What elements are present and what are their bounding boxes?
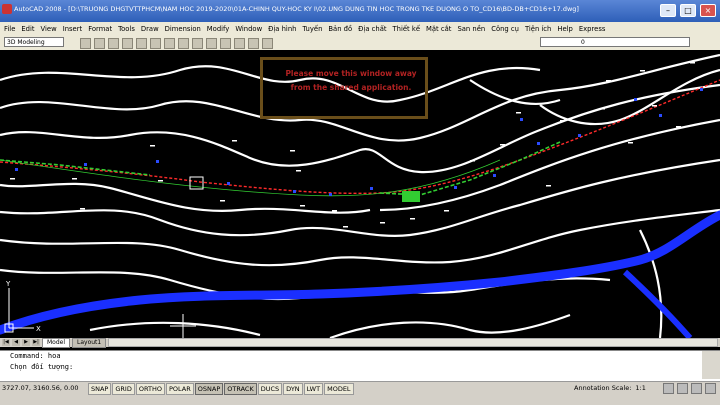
menu-tools[interactable]: Tools xyxy=(118,25,135,33)
new-icon[interactable] xyxy=(80,38,91,49)
crosshair-cursor xyxy=(170,314,196,338)
lock-icon[interactable] xyxy=(691,383,702,394)
annotation-scale-label: Annotation Scale: xyxy=(574,384,632,392)
menu-format[interactable]: Format xyxy=(88,25,112,33)
command-line[interactable]: Command: hoa Chọn đối tượng: xyxy=(0,350,720,381)
copy-icon[interactable] xyxy=(150,38,161,49)
ducs-toggle[interactable]: DUCS xyxy=(257,383,283,395)
otrack-toggle[interactable]: OTRACK xyxy=(224,383,257,395)
menu-window[interactable]: Window xyxy=(235,25,262,33)
redo-icon[interactable] xyxy=(192,38,203,49)
pan-icon[interactable] xyxy=(206,38,217,49)
autocad-app-icon[interactable] xyxy=(2,4,12,14)
menu-dimension[interactable]: Dimension xyxy=(165,25,201,33)
save-icon[interactable] xyxy=(108,38,119,49)
menu-express[interactable]: Express xyxy=(579,25,606,33)
zoom-window-icon[interactable] xyxy=(234,38,245,49)
ortho-toggle[interactable]: ORTHO xyxy=(135,383,165,395)
shared-app-warning: Please move this window away from the sh… xyxy=(260,57,428,119)
coordinate-readout: 3727.07, 3160.56, 0.00 xyxy=(2,384,79,392)
design-alignment[interactable] xyxy=(0,141,561,196)
maximize-button[interactable]: □ xyxy=(680,4,696,17)
menu-draw[interactable]: Draw xyxy=(141,25,159,33)
warning-line-1: Please move this window away xyxy=(285,69,417,78)
drawing-canvas[interactable]: Y X Please move this window away from th… xyxy=(0,50,720,338)
grid-toggle[interactable]: GRID xyxy=(112,383,135,395)
status-bar: 3727.07, 3160.56, 0.00 SNAP GRID ORTHO P… xyxy=(0,381,720,405)
tab-layout1[interactable]: Layout1 xyxy=(72,337,107,348)
last-tab-icon[interactable]: ▶| xyxy=(32,339,40,346)
tab-model[interactable]: Model xyxy=(42,337,71,348)
svg-text:X: X xyxy=(36,325,41,333)
window-title: AutoCAD 2008 - [D:\TRUONG DHGTVTTPHCM\NA… xyxy=(14,5,579,13)
standard-toolbar: 3D Modeling 0 xyxy=(0,35,720,51)
model-toggle[interactable]: MODEL xyxy=(324,383,354,395)
open-icon[interactable] xyxy=(94,38,105,49)
menu-view[interactable]: View xyxy=(41,25,57,33)
menu-tuyen[interactable]: Tuyến xyxy=(302,25,322,33)
lwt-toggle[interactable]: LWT xyxy=(303,383,324,395)
svg-text:Y: Y xyxy=(5,280,11,288)
menu-modify[interactable]: Modify xyxy=(207,25,230,33)
auto-scale-icon[interactable] xyxy=(677,383,688,394)
annotation-scale[interactable]: Annotation Scale: 1:1 xyxy=(574,384,646,392)
prev-tab-icon[interactable]: ◀ xyxy=(12,339,20,346)
polar-toggle[interactable]: POLAR xyxy=(165,383,194,395)
workspace-dropdown[interactable]: 3D Modeling xyxy=(4,37,64,47)
menu-cong-cu[interactable]: Công cụ xyxy=(491,25,519,33)
menu-edit[interactable]: Edit xyxy=(21,25,34,33)
paste-icon[interactable] xyxy=(164,38,175,49)
menu-dia-chat[interactable]: Địa chất xyxy=(358,25,386,33)
undo-icon[interactable] xyxy=(178,38,189,49)
annotation-scale-value[interactable]: 1:1 xyxy=(635,384,645,392)
osnap-toggle[interactable]: OSNAP xyxy=(194,383,224,395)
menu-san-nen[interactable]: San nền xyxy=(457,25,485,33)
command-history-line: Command: hoa xyxy=(10,352,61,360)
status-tray xyxy=(663,383,716,394)
first-tab-icon[interactable]: |◀ xyxy=(2,339,10,346)
layout-tabs: |◀ ◀ ▶ ▶| Model Layout1 xyxy=(0,337,720,348)
menu-thiet-ke[interactable]: Thiết kế xyxy=(393,25,420,33)
close-button[interactable]: × xyxy=(700,4,716,17)
zoom-icon[interactable] xyxy=(220,38,231,49)
warning-line-2: from the shared application. xyxy=(290,83,412,92)
menu-ban-do[interactable]: Bản đồ xyxy=(328,25,352,33)
layer-icon[interactable] xyxy=(262,38,273,49)
selected-station-marker[interactable] xyxy=(402,191,420,202)
snap-toggle[interactable]: SNAP xyxy=(88,383,112,395)
cut-icon[interactable] xyxy=(136,38,147,49)
alignment-offset xyxy=(0,159,501,197)
menu-tien-ich[interactable]: Tiện ích xyxy=(525,25,551,33)
properties-icon[interactable] xyxy=(248,38,259,49)
menu-dia-hinh[interactable]: Địa hình xyxy=(268,25,296,33)
minimize-button[interactable]: – xyxy=(660,4,676,17)
menu-mat-cat[interactable]: Mặt cắt xyxy=(426,25,451,33)
clean-screen-icon[interactable] xyxy=(705,383,716,394)
layer-dropdown[interactable]: 0 xyxy=(540,37,690,47)
command-scrollbar[interactable] xyxy=(702,351,720,379)
menu-help[interactable]: Help xyxy=(557,25,573,33)
next-tab-icon[interactable]: ▶ xyxy=(22,339,30,346)
menu-file[interactable]: File xyxy=(4,25,15,33)
menu-bar: File Edit View Insert Format Tools Draw … xyxy=(0,22,720,35)
command-prompt[interactable]: Chọn đối tượng: xyxy=(0,362,720,373)
title-bar: AutoCAD 2008 - [D:\TRUONG DHGTVTTPHCM\NA… xyxy=(0,0,720,22)
toolbar-icons xyxy=(80,38,273,49)
annotation-visibility-icon[interactable] xyxy=(663,383,674,394)
dyn-toggle[interactable]: DYN xyxy=(283,383,303,395)
horizontal-scrollbar[interactable] xyxy=(108,338,718,347)
print-icon[interactable] xyxy=(122,38,133,49)
menu-insert[interactable]: Insert xyxy=(63,25,83,33)
